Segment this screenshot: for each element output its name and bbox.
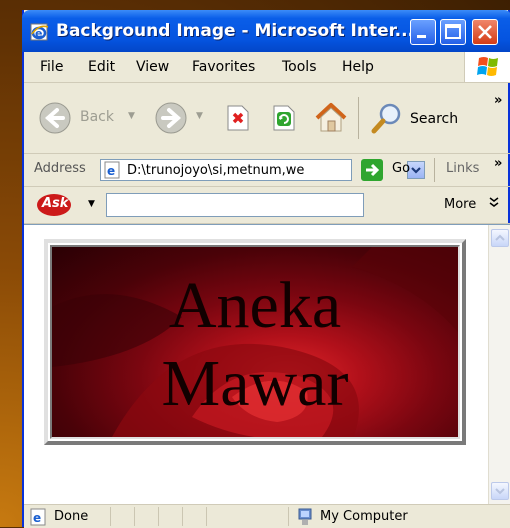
status-cell: [182, 507, 183, 526]
go-arrow-icon: [361, 159, 383, 181]
ask-dropdown-icon[interactable]: ▼: [88, 199, 95, 209]
back-arrow-icon: [39, 102, 71, 134]
scroll-up-button[interactable]: [491, 229, 509, 247]
back-dropdown-icon[interactable]: ▼: [128, 111, 135, 121]
windows-flag-icon: [477, 57, 498, 76]
vertical-scrollbar[interactable]: [488, 225, 510, 504]
menu-file[interactable]: File: [40, 59, 63, 75]
address-value: D:\trunojoyo\si,metnum,we: [127, 163, 305, 178]
status-cell: [206, 507, 207, 526]
chevron-up-icon: [495, 234, 505, 241]
window-title: Background Image - Microsoft Inter...: [56, 21, 414, 41]
minimize-button[interactable]: [410, 19, 436, 45]
menu-bar: File Edit View Favorites Tools Help: [24, 52, 510, 83]
search-button[interactable]: Search: [370, 101, 470, 137]
menu-tools[interactable]: Tools: [282, 59, 317, 75]
more-chevron-icon[interactable]: [488, 195, 500, 209]
status-cell: [110, 507, 111, 526]
toolbar-separator: [358, 97, 359, 139]
forward-dropdown-icon[interactable]: ▼: [196, 111, 203, 121]
minimize-icon: [417, 35, 426, 38]
banner-line-1: Aneka: [168, 269, 342, 342]
svg-text:e: e: [107, 164, 115, 178]
windows-logo: [464, 52, 510, 82]
address-label: Address: [34, 161, 86, 176]
links-chevron-icon[interactable]: »: [494, 156, 502, 171]
ask-logo-text: Ask: [42, 196, 69, 211]
close-button[interactable]: [472, 19, 498, 45]
address-separator: [434, 158, 435, 182]
page-content: Aneka Mawar: [24, 224, 510, 504]
menu-edit[interactable]: Edit: [88, 59, 115, 75]
svg-text:e: e: [33, 511, 41, 525]
back-button[interactable]: Back ▼: [38, 99, 144, 137]
refresh-icon: [273, 105, 295, 131]
home-icon: [315, 103, 347, 132]
status-text: Done: [54, 509, 89, 524]
forward-button[interactable]: ▼: [154, 99, 210, 137]
more-label[interactable]: More: [444, 197, 476, 212]
menu-help[interactable]: Help: [342, 59, 374, 75]
done-page-icon: e: [30, 508, 46, 526]
rose-background: Aneka Mawar: [50, 245, 460, 439]
status-cell: [158, 507, 159, 526]
back-label: Back: [80, 109, 114, 125]
go-label: Go: [392, 161, 411, 176]
address-input[interactable]: e D:\trunojoyo\si,metnum,we: [100, 159, 425, 181]
go-button[interactable]: Go: [360, 158, 420, 182]
menu-favorites[interactable]: Favorites: [192, 59, 255, 75]
ie-icon: e: [30, 23, 49, 41]
rose-banner-image: Aneka Mawar: [44, 239, 466, 445]
ask-logo[interactable]: Ask: [36, 193, 76, 217]
stop-icon: [227, 105, 249, 131]
banner-line-2: Mawar: [161, 347, 349, 420]
browser-window: e Background Image - Microsoft Inter... …: [22, 10, 510, 528]
scroll-down-button[interactable]: [491, 482, 509, 500]
refresh-button[interactable]: [270, 103, 298, 133]
status-cell: [134, 507, 135, 526]
ask-toolbar: Ask ▼ More: [24, 187, 510, 224]
links-label[interactable]: Links: [446, 161, 479, 176]
forward-arrow-icon: [155, 102, 187, 134]
chevron-down-icon: [495, 488, 505, 495]
close-icon: [478, 25, 492, 39]
toolbar-chevron-icon[interactable]: »: [494, 93, 502, 108]
page-ie-icon: e: [104, 161, 120, 179]
address-bar: Address e D:\trunojoyo\si,metnum,we Go L…: [24, 154, 510, 187]
maximize-button[interactable]: [440, 19, 466, 45]
computer-icon: [298, 508, 312, 525]
search-label: Search: [410, 111, 459, 127]
home-button[interactable]: [314, 101, 348, 135]
stop-button[interactable]: [224, 103, 252, 133]
ask-search-input[interactable]: [106, 193, 364, 217]
maximize-icon: [445, 24, 461, 39]
standard-toolbar: Back ▼ ▼ Search »: [24, 83, 510, 154]
title-bar[interactable]: e Background Image - Microsoft Inter...: [22, 10, 510, 52]
status-zone-cell: [288, 507, 289, 526]
status-zone: My Computer: [320, 509, 408, 524]
search-icon: [371, 103, 401, 134]
status-bar: e Done My Computer: [24, 504, 510, 528]
menu-view[interactable]: View: [136, 59, 169, 75]
